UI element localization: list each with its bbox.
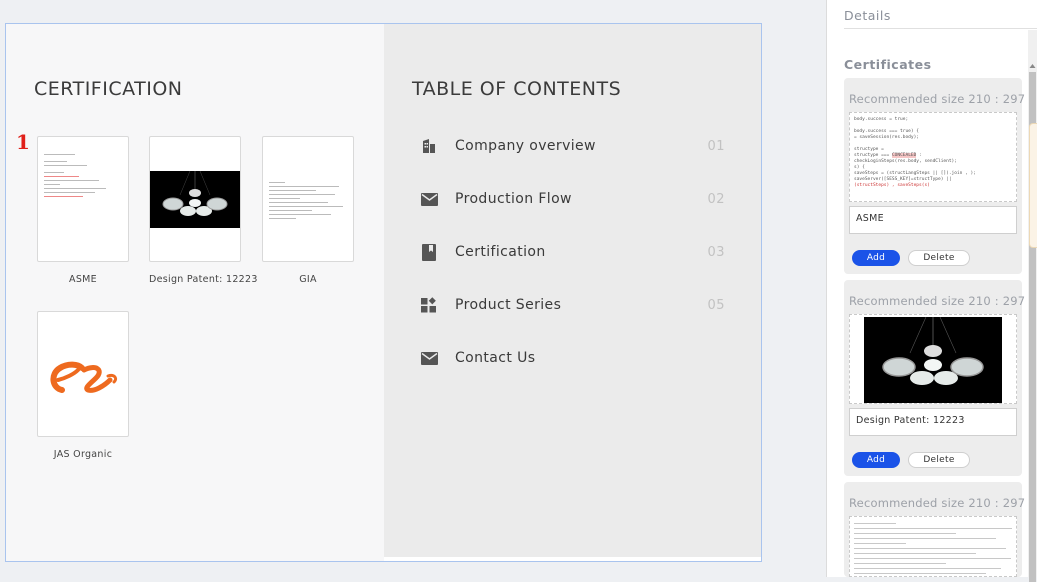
toc-label: Product Series — [455, 297, 562, 313]
cert-card-gia[interactable]: GIA — [262, 136, 354, 285]
toc-label: Company overview — [455, 138, 596, 154]
add-button[interactable]: Add — [852, 452, 900, 468]
certificate-editor-design-patent: Recommended size 210 : 297 Design Patent… — [844, 280, 1026, 476]
widgets-icon — [420, 296, 438, 314]
cert-caption: GIA — [299, 274, 317, 285]
toc-page-number: 03 — [707, 244, 725, 260]
toc-page[interactable]: TABLE OF CONTENTS Company overview 01 Pr… — [384, 24, 761, 557]
cert-card-jas-organic[interactable]: JAS Organic — [37, 311, 129, 460]
certificate-editor-asme: Recommended size 210 : 297 body.success … — [844, 78, 1026, 274]
add-button[interactable]: Add — [852, 250, 900, 266]
toc-label: Certification — [455, 244, 546, 260]
certificate-upload-area[interactable]: body.success = true; body.success === tr… — [849, 112, 1017, 202]
recommended-size-label: Recommended size 210 : 297 — [849, 294, 1026, 308]
scrollbar[interactable] — [1028, 30, 1037, 582]
chandelier-photo — [864, 316, 1002, 403]
toc-title: TABLE OF CONTENTS — [412, 78, 622, 100]
side-tab[interactable] — [1029, 123, 1037, 248]
cert-thumbnail — [262, 136, 354, 262]
alibaba-logo-icon — [38, 330, 128, 418]
toc-item-contact-us[interactable]: Contact Us — [420, 346, 725, 370]
chandelier-photo — [150, 170, 240, 228]
cert-caption: Design Patent: 12223 — [149, 274, 258, 285]
toc-page-number: 02 — [707, 191, 725, 207]
certificate-upload-area[interactable] — [849, 516, 1017, 577]
toc-page-number: 01 — [707, 138, 725, 154]
certificate-name-input[interactable]: Design Patent: 12223 — [849, 408, 1017, 436]
cert-caption: ASME — [69, 274, 97, 285]
recommended-size-label: Recommended size 210 : 297 — [849, 496, 1026, 510]
details-panel: Details Certificates Recommended size 21… — [826, 0, 1037, 582]
page-number: 1 — [16, 130, 30, 154]
cert-thumbnail — [37, 136, 129, 262]
bookmark-icon — [420, 243, 438, 261]
mail-icon — [420, 349, 438, 367]
recommended-size-label: Recommended size 210 : 297 — [849, 92, 1026, 106]
cert-thumbnail — [37, 311, 129, 437]
cert-thumbnail — [149, 136, 241, 262]
building-icon — [420, 137, 438, 155]
toc-item-production-flow[interactable]: Production Flow 02 — [420, 187, 725, 211]
toc-item-certification[interactable]: Certification 03 — [420, 240, 725, 264]
toc-page-number: 05 — [707, 297, 725, 313]
certificate-editor-gia: Recommended size 210 : 297 — [844, 482, 1026, 577]
cert-card-design-patent[interactable]: Design Patent: 12223 — [149, 136, 258, 285]
toc-item-product-series[interactable]: Product Series 05 — [420, 293, 725, 317]
certificate-name-input[interactable]: ASME — [849, 206, 1017, 234]
divider — [844, 28, 1037, 29]
toc-item-company-overview[interactable]: Company overview 01 — [420, 134, 725, 158]
toc-label: Contact Us — [455, 350, 536, 366]
details-heading: Details — [844, 8, 891, 23]
certificates-heading: Certificates — [844, 57, 932, 72]
toc-label: Production Flow — [455, 191, 572, 207]
mail-icon — [420, 190, 438, 208]
certificate-upload-area[interactable] — [849, 314, 1017, 404]
certification-title: CERTIFICATION — [34, 78, 183, 100]
brochure-canvas[interactable]: CERTIFICATION 1 ASME Design Patent: 1222… — [5, 23, 762, 562]
cert-card-asme[interactable]: ASME — [37, 136, 129, 285]
cert-caption: JAS Organic — [53, 449, 113, 460]
delete-button[interactable]: Delete — [908, 452, 970, 468]
certification-page[interactable]: CERTIFICATION 1 ASME Design Patent: 1222… — [6, 24, 384, 561]
delete-button[interactable]: Delete — [908, 250, 970, 266]
scroll-up-icon[interactable] — [1029, 62, 1036, 70]
